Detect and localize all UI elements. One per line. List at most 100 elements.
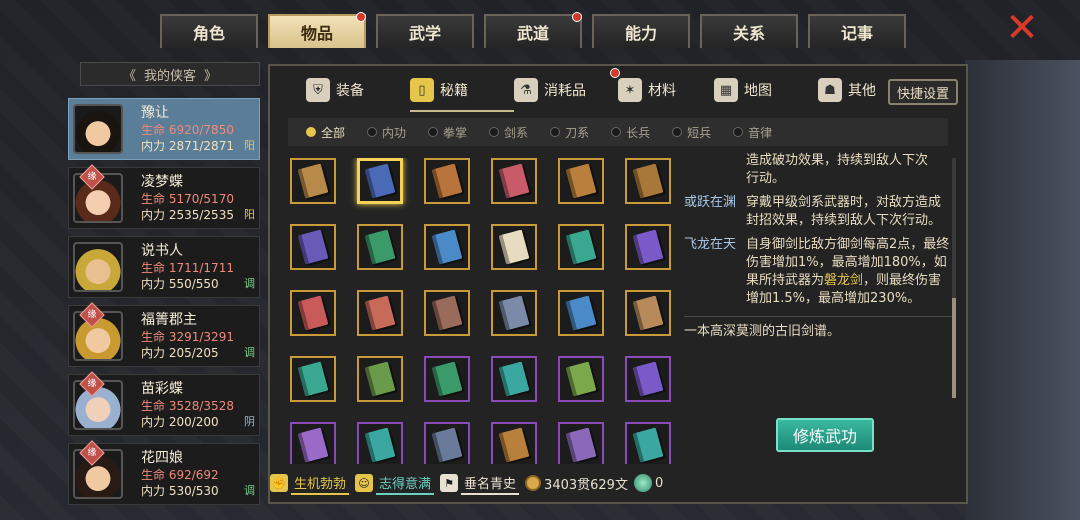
item-slot[interactable] (491, 290, 537, 336)
gem-display: 0 (633, 474, 663, 492)
notification-dot-icon (356, 12, 366, 22)
item-slot[interactable] (424, 422, 470, 464)
book-icon (632, 163, 664, 199)
hero-card[interactable]: 缘福箐郡主 生命 3291/3291 内力 205/205 调 (68, 302, 260, 367)
item-slot[interactable] (290, 158, 336, 204)
map-icon: ▦ (714, 78, 738, 102)
filter-option[interactable]: 音律 (733, 124, 772, 141)
item-slot[interactable] (558, 158, 604, 204)
skill-name: 飞龙在天 (684, 237, 737, 252)
item-slot[interactable] (558, 422, 604, 464)
item-slot[interactable] (357, 356, 403, 402)
item-slot[interactable] (290, 224, 336, 270)
item-slot[interactable] (625, 158, 671, 204)
book-icon (565, 163, 597, 199)
top-tab-label: 能力 (624, 24, 657, 43)
top-tab[interactable]: 武学 (376, 14, 474, 48)
book-icon (431, 229, 463, 265)
filter-option[interactable]: 剑系 (489, 124, 528, 141)
book-icon (498, 163, 530, 199)
top-tab[interactable]: 记事 (808, 14, 906, 48)
detail-scrollbar[interactable] (952, 158, 956, 398)
top-tab-label: 物品 (300, 24, 333, 43)
item-slot[interactable] (625, 356, 671, 402)
item-slot[interactable] (357, 290, 403, 336)
item-slot[interactable] (491, 158, 537, 204)
hero-card[interactable]: 缘花四娘 生命 692/692 内力 530/530 调 (68, 440, 260, 505)
filter-option[interactable]: 拳掌 (428, 124, 467, 141)
practice-button[interactable]: 修炼武功 (776, 418, 874, 452)
book-icon (431, 295, 463, 331)
item-slot[interactable] (424, 290, 470, 336)
radio-icon (306, 127, 316, 137)
fame-status[interactable]: ⚑ 垂名青史 (440, 472, 520, 495)
hero-card[interactable]: 豫让 生命 6920/7850 内力 2871/2871 阳 (68, 98, 260, 160)
notification-dot-icon (572, 12, 582, 22)
top-tab[interactable]: 武道 (484, 12, 582, 48)
item-slot[interactable] (558, 290, 604, 336)
category-label: 材料 (648, 83, 676, 99)
mood-vitality[interactable]: ✊ 生机勃勃 (270, 472, 350, 495)
item-slot[interactable] (357, 422, 403, 464)
hero-name: 花四娘 (141, 449, 183, 466)
item-grid (290, 158, 680, 464)
item-slot[interactable] (424, 224, 470, 270)
item-slot[interactable] (491, 422, 537, 464)
top-tab-label: 武道 (516, 24, 549, 43)
filter-option[interactable]: 全部 (306, 124, 345, 141)
category-tab[interactable]: ✶ 材料 (618, 72, 714, 108)
filter-option[interactable]: 长兵 (611, 124, 650, 141)
category-label: 消耗品 (544, 83, 586, 99)
book-icon (364, 163, 396, 199)
item-slot[interactable] (357, 224, 403, 270)
hp-row: 生命 3528/3528 (141, 398, 234, 413)
item-slot[interactable] (625, 422, 671, 464)
hero-card[interactable]: 缘凌梦蝶 生命 5170/5170 内力 2535/2535 阳 (68, 164, 260, 229)
top-tab[interactable]: 物品 (268, 12, 366, 48)
book-icon (632, 427, 664, 463)
detail-intro-line2: 行动。 (746, 171, 786, 186)
category-tab[interactable]: ☗ 其他 (818, 72, 888, 108)
category-tab[interactable]: ⛨ 装备 (306, 72, 410, 108)
top-tab-label: 记事 (840, 24, 873, 43)
hp-row: 生命 3291/3291 (141, 329, 234, 344)
mood-spirit[interactable]: ☺ 志得意满 (355, 472, 435, 495)
item-slot[interactable] (558, 356, 604, 402)
hero-name: 凌梦蝶 (141, 173, 183, 190)
filter-option[interactable]: 内功 (367, 124, 406, 141)
filter-option[interactable]: 短兵 (672, 124, 711, 141)
book-icon (364, 229, 396, 265)
item-slot[interactable] (625, 224, 671, 270)
item-slot[interactable] (290, 356, 336, 402)
book-icon (565, 295, 597, 331)
hp-row: 生命 1711/1711 (141, 260, 234, 275)
item-slot[interactable] (491, 224, 537, 270)
background-building (965, 60, 1080, 520)
close-icon[interactable]: ✕ (1002, 8, 1042, 48)
book-icon (565, 229, 597, 265)
item-slot[interactable] (357, 158, 403, 204)
mp-row: 内力 2871/2871 (141, 138, 234, 153)
filter-option[interactable]: 刀系 (550, 124, 589, 141)
book-icon (364, 361, 396, 397)
item-slot[interactable] (491, 356, 537, 402)
mp-row: 内力 205/205 (141, 345, 219, 360)
quick-settings-button[interactable]: 快捷设置 (888, 79, 958, 105)
top-tab[interactable]: 角色 (160, 14, 258, 48)
hero-card[interactable]: 说书人 生命 1711/1711 内力 550/550 调 (68, 236, 260, 298)
item-slot[interactable] (625, 290, 671, 336)
category-tab[interactable]: ▯ 秘籍 (410, 72, 514, 112)
item-slot[interactable] (290, 422, 336, 464)
item-slot[interactable] (290, 290, 336, 336)
hero-card[interactable]: 缘苗彩蝶 生命 3528/3528 内力 200/200 阴 (68, 371, 260, 436)
book-icon (297, 163, 329, 199)
top-tab[interactable]: 能力 (592, 14, 690, 48)
category-tab[interactable]: ⚗ 消耗品 (514, 68, 620, 108)
book-icon (297, 229, 329, 265)
item-slot[interactable] (558, 224, 604, 270)
item-slot[interactable] (424, 158, 470, 204)
category-tab[interactable]: ▦ 地图 (714, 72, 818, 108)
item-slot[interactable] (424, 356, 470, 402)
book-icon (565, 361, 597, 397)
top-tab[interactable]: 关系 (700, 14, 798, 48)
